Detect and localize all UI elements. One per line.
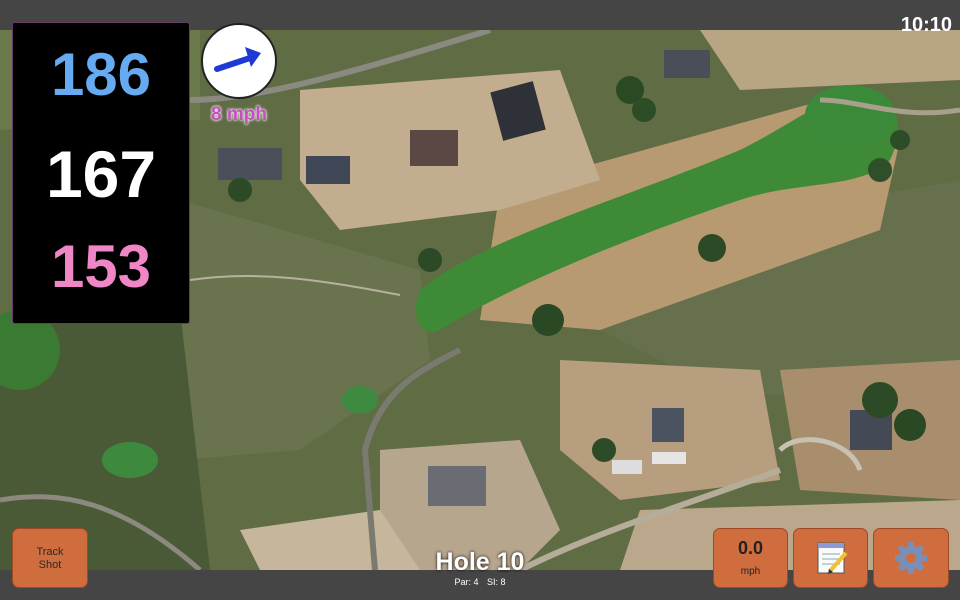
speed-value: 0.0: [737, 538, 764, 558]
front-yardage: 153: [50, 233, 152, 300]
track-shot-label-line2: Shot: [38, 559, 62, 571]
middle-yardage: 167: [45, 137, 157, 211]
hole-info: Par: 4 SI: 8: [380, 577, 580, 587]
speed-unit: mph: [740, 566, 761, 577]
back-yardage: 186: [50, 41, 152, 108]
notes-button[interactable]: [793, 528, 868, 588]
wind-speed: 8 mph: [211, 104, 267, 125]
track-shot-button[interactable]: Track Shot: [12, 528, 88, 588]
wind-arrow-icon: [214, 47, 261, 72]
notepad-icon: [817, 542, 848, 574]
yardage-panel: 186 167 153: [12, 22, 190, 324]
hole-stroke-index: SI: 8: [487, 577, 506, 587]
settings-button[interactable]: [873, 528, 949, 588]
gear-icon: [895, 542, 927, 574]
wind-indicator: [201, 23, 277, 99]
hole-title: Hole 10: [435, 548, 525, 576]
clock: 10:10: [900, 14, 952, 36]
speed-button[interactable]: 0.0 mph: [713, 528, 788, 588]
hole-par: Par: 4: [454, 577, 479, 587]
track-shot-label-line1: Track: [36, 546, 64, 558]
